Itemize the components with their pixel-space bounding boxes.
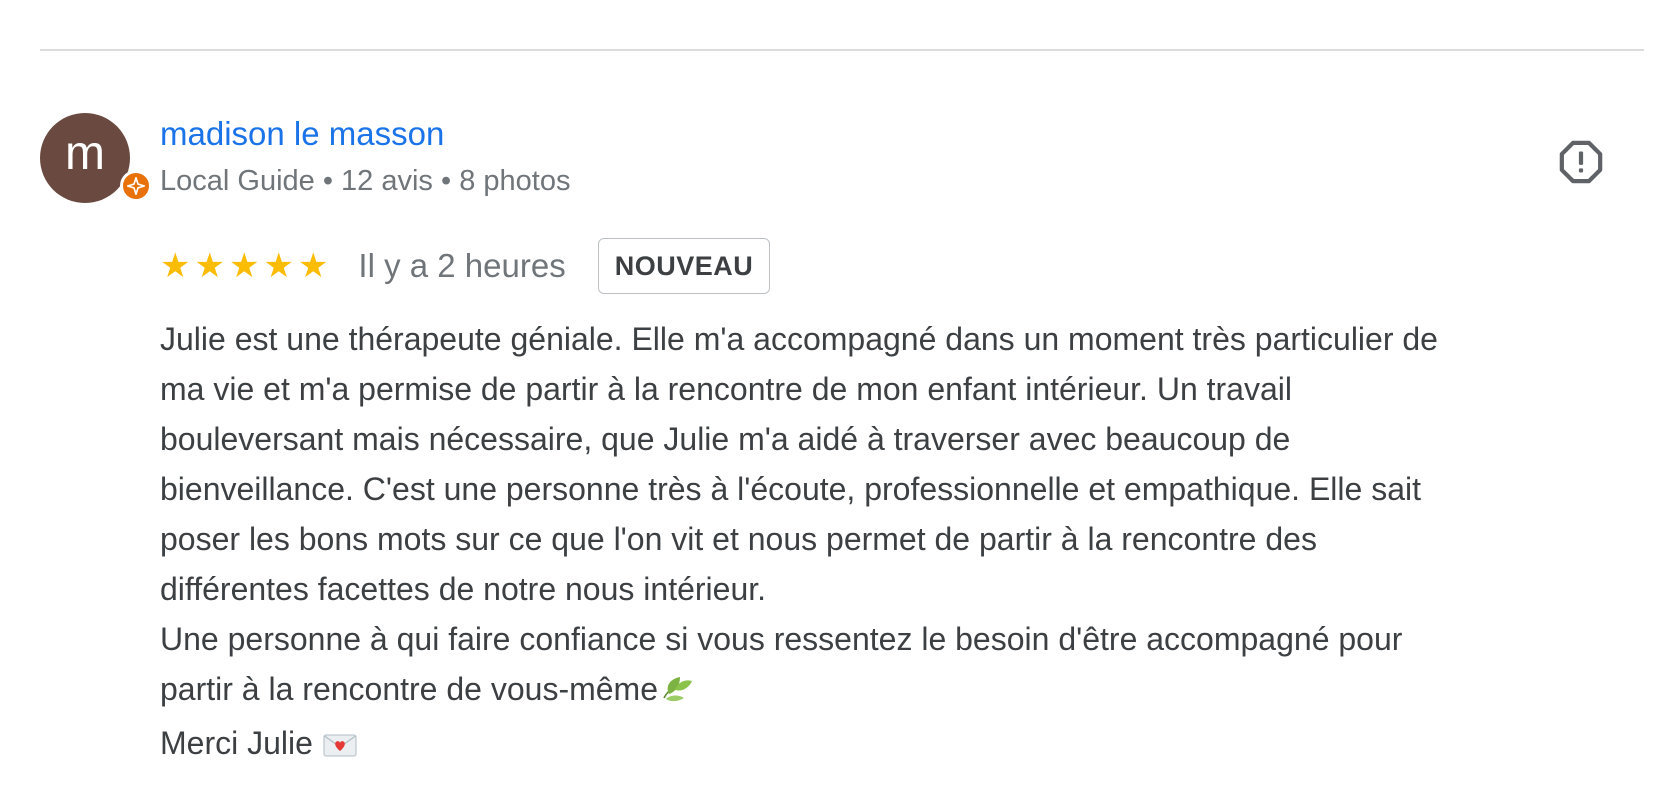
new-badge: NOUVEAU	[597, 238, 771, 294]
review-line: différentes facettes de notre nous intér…	[160, 571, 767, 607]
review-line: Une personne à qui faire confiance si vo…	[160, 621, 1403, 657]
star-icon: ★	[228, 247, 260, 285]
star-icon: ★	[263, 247, 294, 285]
author-name-link[interactable]: madison le masson	[160, 115, 444, 153]
leaves-emoji-icon	[660, 668, 694, 718]
review-line: ma vie et m'a permise de partir à la ren…	[160, 371, 1292, 407]
review-line: Julie est une thérapeute géniale. Elle m…	[160, 321, 1438, 357]
report-button[interactable]	[1554, 135, 1608, 189]
review-line: bienveillance. C'est une personne très à…	[160, 471, 1421, 507]
author-meta[interactable]: Local Guide • 12 avis • 8 photos	[160, 165, 570, 198]
top-divider	[40, 49, 1644, 51]
review-line-with-emoji: partir à la rencontre de vous-même	[160, 664, 1610, 718]
review-line: partir à la rencontre de vous-même	[160, 671, 658, 707]
review-line: poser les bons mots sur ce que l'on vit …	[160, 521, 1317, 557]
avatar[interactable]: m	[40, 113, 130, 203]
star-icon: ★	[297, 247, 329, 285]
review-line: bouleversant mais nécessaire, que Julie …	[160, 421, 1291, 457]
star-icon: ★	[160, 247, 191, 285]
rating-row: ★ ★ ★ ★ ★ Il y a 2 heures NOUVEAU	[160, 238, 771, 294]
love-letter-emoji-icon	[323, 722, 357, 772]
report-flag-icon	[1559, 140, 1603, 184]
review-time: Il y a 2 heures	[358, 247, 566, 284]
star-rating: ★ ★ ★ ★ ★	[160, 249, 328, 283]
review-line-with-emoji: Merci Julie	[160, 718, 1610, 772]
local-guide-badge-icon	[120, 170, 152, 202]
star-icon: ★	[194, 247, 225, 285]
review-line: Merci Julie	[160, 725, 313, 761]
review-text: Julie est une thérapeute géniale. Elle m…	[160, 314, 1610, 772]
